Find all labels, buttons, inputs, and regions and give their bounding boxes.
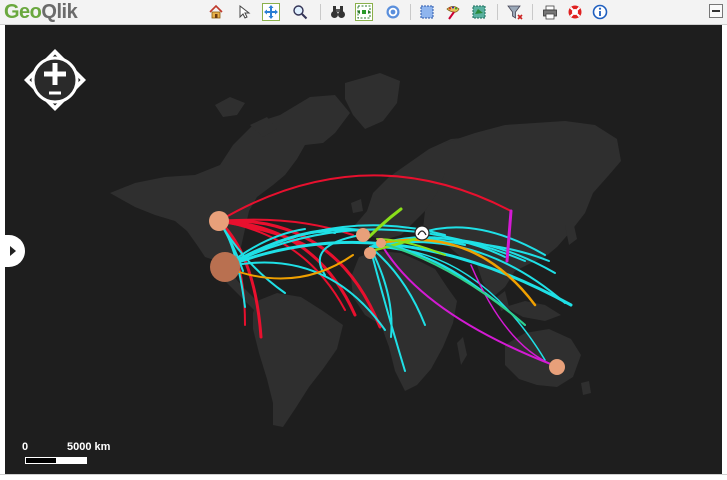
origin-node[interactable]	[356, 228, 370, 242]
info-button[interactable]	[591, 3, 609, 21]
info-icon	[592, 4, 608, 20]
scale-end-label: 5000 km	[67, 441, 111, 453]
pointer-icon	[239, 4, 251, 19]
map-frame-bottom	[0, 474, 727, 480]
print-button[interactable]	[541, 3, 559, 21]
rectangle-select-button[interactable]	[418, 3, 436, 21]
filter-button[interactable]	[506, 3, 524, 21]
scale-start-label: 0	[22, 441, 29, 453]
zoom-extent-button[interactable]	[355, 3, 373, 21]
print-icon	[543, 5, 557, 20]
zoom-icon	[293, 5, 308, 20]
origin-node[interactable]	[364, 247, 376, 259]
origin-node[interactable]	[549, 359, 565, 375]
map-frame-right	[722, 25, 727, 480]
scale-bar-graphic	[25, 457, 87, 464]
toolbar-divider	[320, 4, 321, 20]
origin-node[interactable]	[210, 252, 240, 282]
home-button[interactable]	[207, 3, 225, 21]
target-button[interactable]	[384, 3, 402, 21]
zoom-extent-icon	[357, 5, 371, 19]
filter-icon	[507, 5, 523, 20]
origin-node[interactable]	[376, 238, 386, 248]
flow-map-canvas	[110, 73, 621, 427]
lasso-select-button[interactable]	[470, 3, 488, 21]
compass-marker[interactable]	[414, 225, 430, 241]
geoqlik-logo: GeoQlik	[4, 1, 78, 23]
toolbar-divider	[497, 4, 498, 20]
pointer-button[interactable]	[234, 3, 252, 21]
paint-button[interactable]	[444, 3, 462, 21]
collapse-panel-button[interactable]	[709, 4, 723, 18]
binoculars-button[interactable]	[329, 3, 347, 21]
toolbar: GeoQlik	[0, 0, 727, 25]
rectangle-select-icon	[420, 5, 434, 19]
binoculars-icon	[331, 6, 345, 18]
paint-icon	[446, 6, 460, 20]
toolbar-divider	[532, 4, 533, 20]
logo-qlik-text: Qlik	[41, 1, 78, 23]
scale-bar: 0 5000 km	[21, 441, 111, 469]
help-lifebuoy-icon	[568, 5, 582, 19]
lasso-select-icon	[472, 5, 486, 19]
pan-icon	[264, 5, 278, 19]
home-icon	[209, 4, 223, 19]
help-button[interactable]	[566, 3, 584, 21]
pan-button[interactable]	[262, 3, 280, 21]
target-icon	[386, 5, 400, 19]
zoom-control[interactable]	[22, 47, 88, 113]
toolbar-divider	[410, 4, 411, 20]
origin-node[interactable]	[209, 211, 229, 231]
map-viewport[interactable]: 0 5000 km	[5, 25, 722, 474]
logo-geo-text: Geo	[4, 1, 42, 23]
zoom-button[interactable]	[291, 3, 309, 21]
